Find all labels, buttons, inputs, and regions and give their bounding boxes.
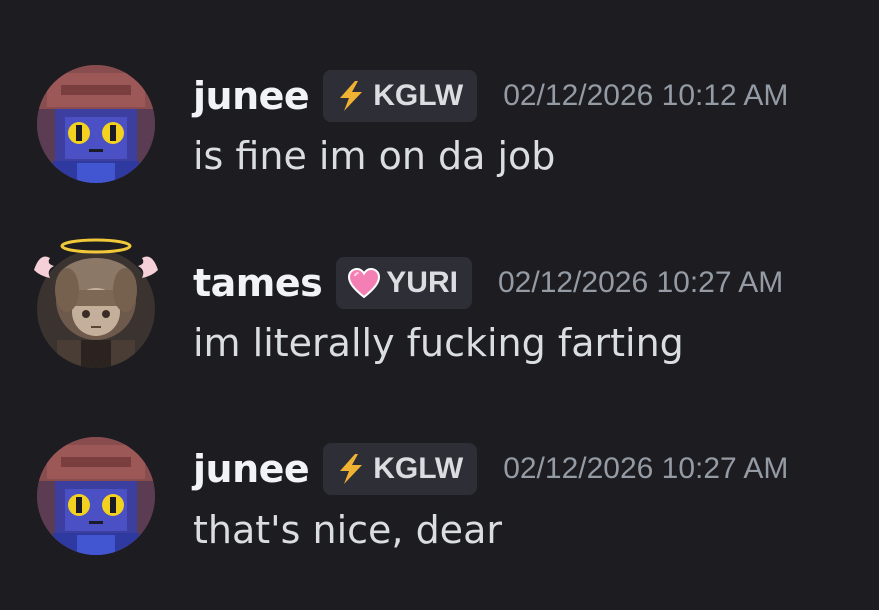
- timestamp[interactable]: 02/12/2026 10:12 AM: [503, 79, 788, 113]
- server-tag-label: KGLW: [373, 452, 464, 485]
- username[interactable]: junee: [193, 74, 310, 118]
- chat-message-list: junee KGLW 02/12/2026 10:12 AM is fine i…: [0, 0, 879, 610]
- lightning-bolt-icon: [340, 454, 363, 484]
- halo-wings-decoration-icon: [34, 238, 158, 278]
- avatar[interactable]: [37, 437, 155, 555]
- server-tag-badge[interactable]: KGLW: [323, 70, 478, 122]
- message-content: im literally fucking farting: [193, 321, 684, 365]
- server-tag-label: KGLW: [373, 79, 464, 112]
- pixel-cat-avatar-icon: [37, 65, 155, 183]
- message-content: that's nice, dear: [193, 508, 502, 552]
- pixel-cat-avatar-icon: [37, 437, 155, 555]
- server-tag-badge[interactable]: KGLW: [323, 443, 478, 495]
- lightning-bolt-icon: [340, 81, 363, 111]
- username[interactable]: junee: [193, 447, 310, 491]
- avatar[interactable]: [37, 65, 155, 183]
- pink-heart-icon: [348, 267, 381, 299]
- server-tag-badge[interactable]: YURI: [336, 257, 472, 309]
- timestamp[interactable]: 02/12/2026 10:27 AM: [498, 266, 783, 300]
- username[interactable]: tames: [193, 261, 323, 305]
- timestamp[interactable]: 02/12/2026 10:27 AM: [503, 452, 788, 486]
- message-content: is fine im on da job: [193, 134, 556, 178]
- server-tag-label: YURI: [386, 266, 458, 299]
